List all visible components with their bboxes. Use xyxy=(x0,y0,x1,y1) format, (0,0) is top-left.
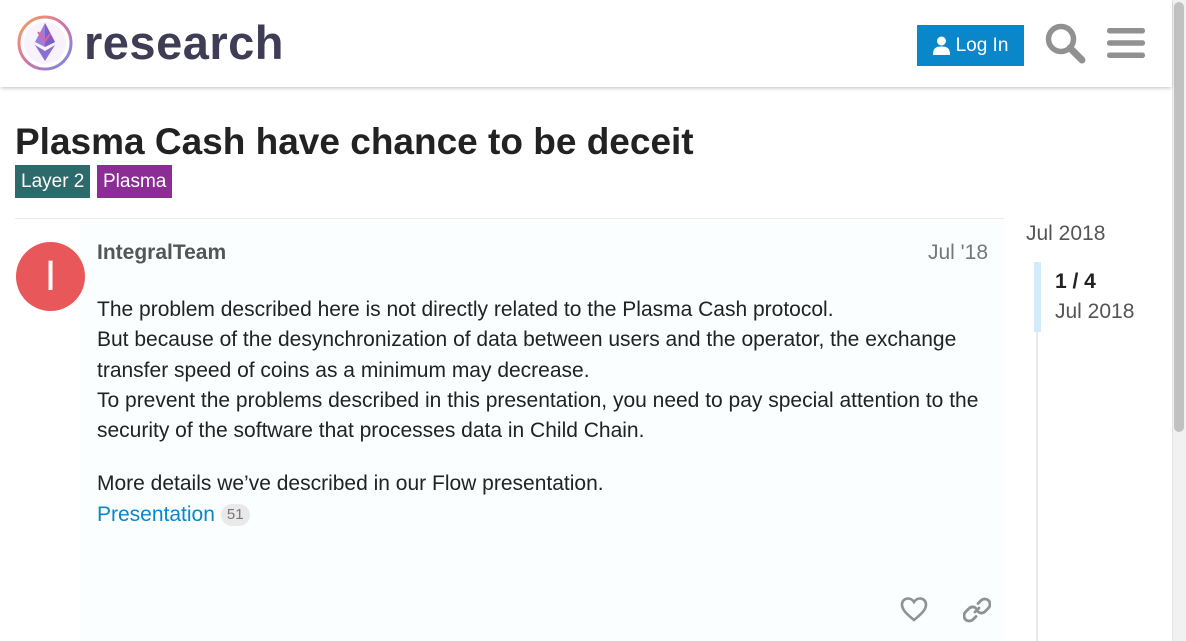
login-button[interactable]: Log In xyxy=(917,25,1024,66)
ethresearch-logo-icon[interactable] xyxy=(16,14,74,72)
link-chain-icon[interactable] xyxy=(963,596,991,624)
avatar[interactable]: I xyxy=(16,242,85,311)
site-header: research Log In xyxy=(0,0,1172,87)
link-click-count-badge: 51 xyxy=(220,504,250,527)
user-icon xyxy=(932,36,950,55)
topic-title[interactable]: Plasma Cash have chance to be deceit xyxy=(15,120,694,164)
presentation-link[interactable]: Presentation xyxy=(97,503,215,526)
timeline-handle[interactable] xyxy=(1034,262,1041,332)
tag-layer-2[interactable]: Layer 2 xyxy=(15,165,91,198)
hamburger-menu-icon[interactable] xyxy=(1107,26,1145,60)
post-username[interactable]: IntegralTeam xyxy=(97,239,226,267)
heart-icon[interactable] xyxy=(900,596,928,622)
post-paragraph: But because of the desynchronization of … xyxy=(97,328,957,382)
post-paragraph: The problem described here is not direct… xyxy=(97,298,834,321)
tag-plasma[interactable]: Plasma xyxy=(97,165,173,198)
timeline-post-position: 1 / 4 xyxy=(1055,270,1096,293)
page-scrollbar-thumb[interactable] xyxy=(1174,2,1184,432)
post-paragraph: More details we’ve described in our Flow… xyxy=(97,472,604,496)
timeline-current-date: Jul 2018 xyxy=(1055,300,1135,323)
post-date[interactable]: Jul '18 xyxy=(900,239,988,267)
timeline-start-date[interactable]: Jul 2018 xyxy=(1026,220,1105,248)
post-body: The problem described here is not direct… xyxy=(97,295,992,530)
site-logo-text[interactable]: research xyxy=(84,14,284,72)
login-label: Log In xyxy=(955,34,1009,56)
search-icon[interactable] xyxy=(1044,22,1086,64)
post-paragraph: To prevent the problems described in thi… xyxy=(97,388,979,443)
